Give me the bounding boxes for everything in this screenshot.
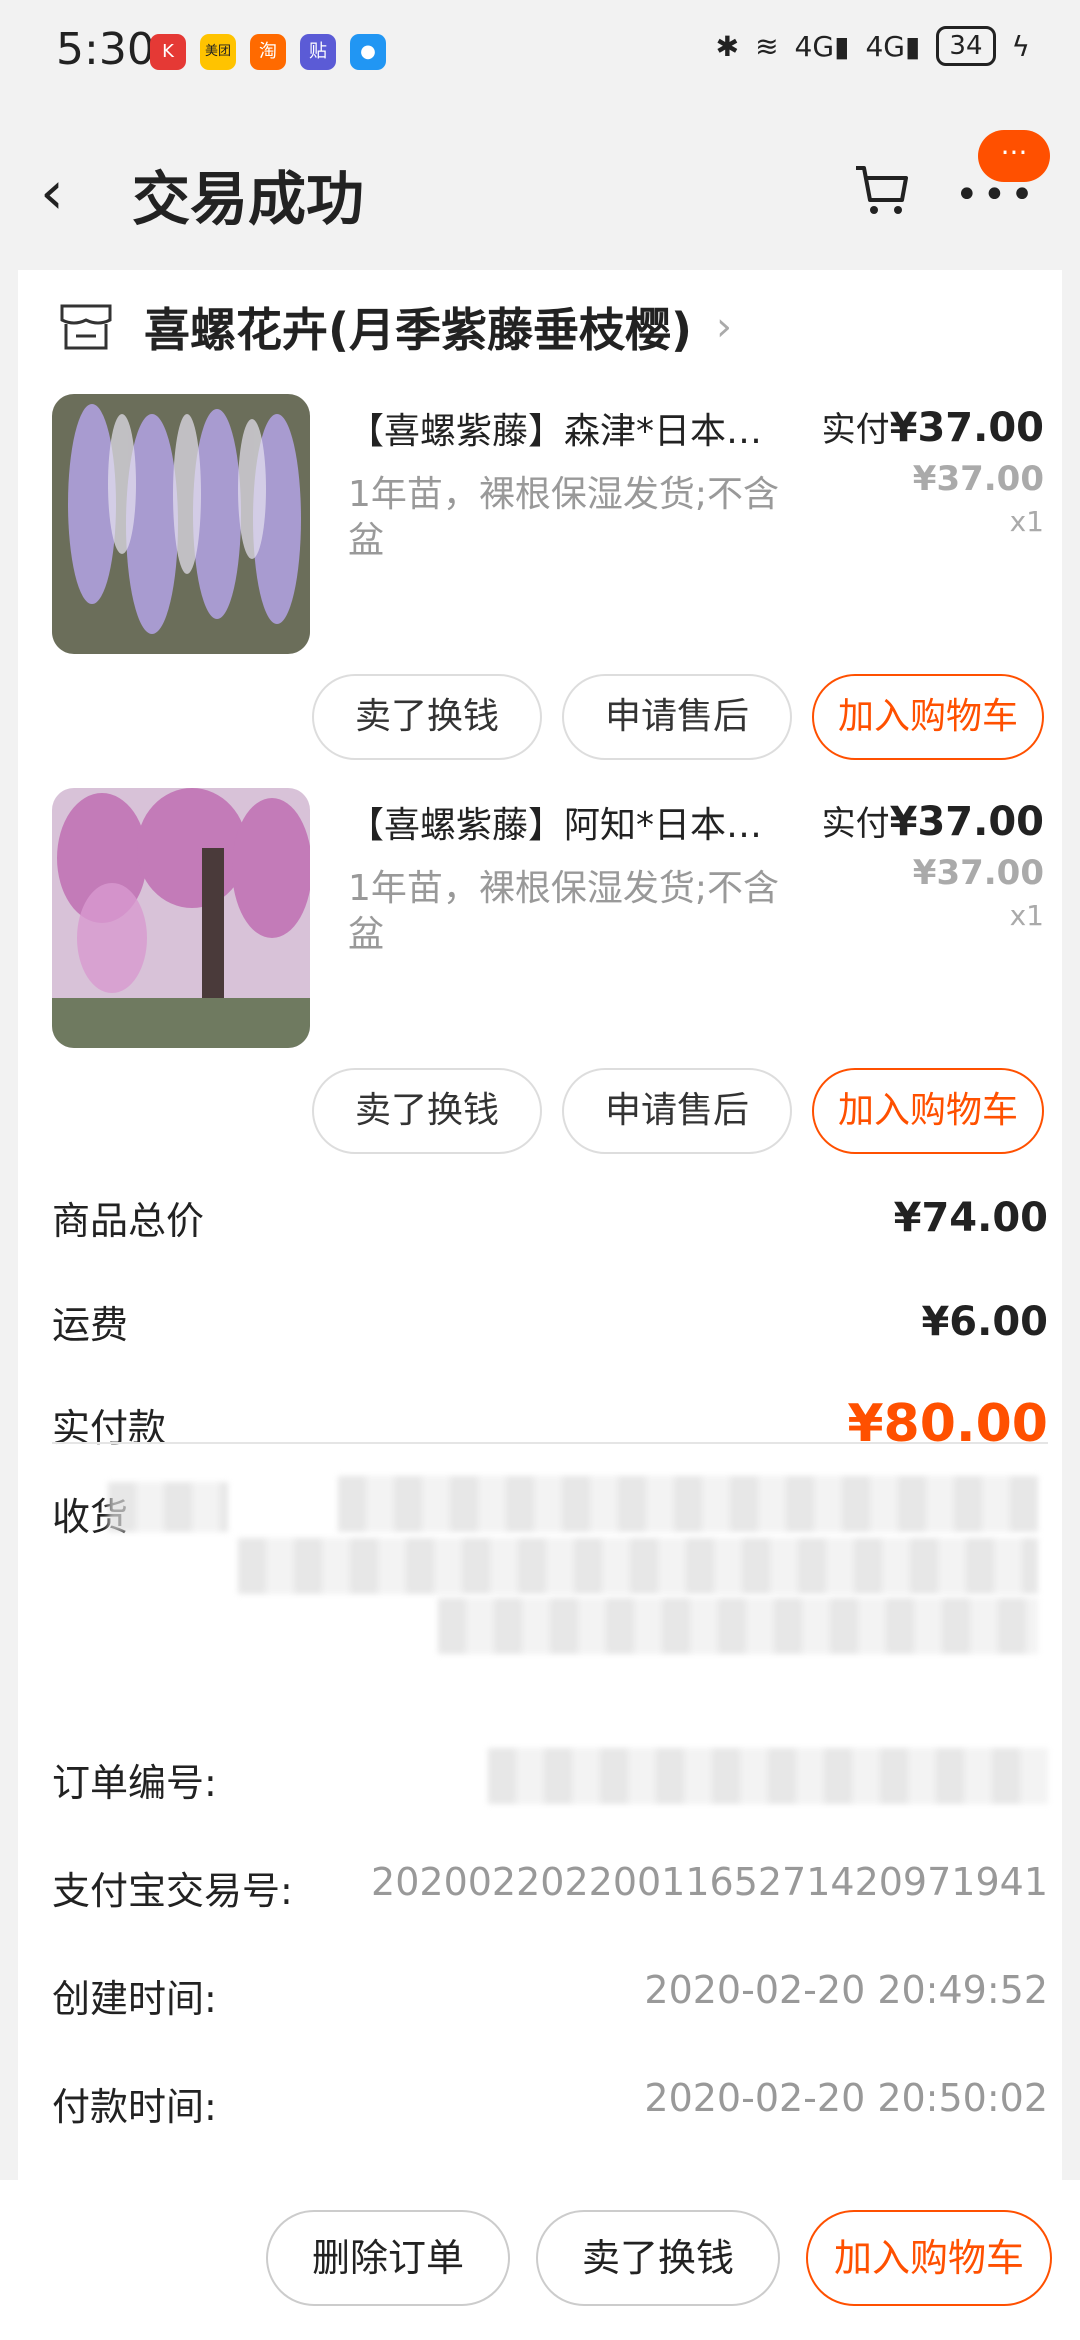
redacted-receiver-name xyxy=(108,1482,228,1532)
after-sale-button[interactable]: 申请售后 xyxy=(562,674,792,760)
wifi-icon: ≋ xyxy=(755,29,779,63)
paid-price: 实付¥37.00 xyxy=(821,799,1044,845)
paid-time-row: 付款时间: 2020-02-20 20:50:02 xyxy=(52,2076,1048,2131)
created-time-row: 创建时间: 2020-02-20 20:49:52 xyxy=(52,1968,1048,2023)
after-sale-button[interactable]: 申请售后 xyxy=(562,1068,792,1154)
bluetooth-icon: ✱ xyxy=(715,29,740,63)
app-icon-red: K xyxy=(150,34,186,70)
goods-total-label: 商品总价 xyxy=(52,1199,205,1243)
app-icon-tieba: 贴 xyxy=(300,34,336,70)
add-to-cart-button[interactable]: 加入购物车 xyxy=(812,1068,1044,1154)
system-icons: ✱ ≋ 4G▮ 4G▮ 34 ϟ xyxy=(716,26,1030,66)
product-thumbnail[interactable] xyxy=(52,788,310,1048)
paid-total-row: 实付款 ¥80.00 xyxy=(52,1394,1048,1454)
goods-total-row: 商品总价 ¥74.00 xyxy=(52,1190,1048,1245)
signal-icon-1: 4G▮ xyxy=(794,29,850,63)
notification-icons: K 美团 淘 贴 ● xyxy=(150,34,386,70)
paid-price: 实付¥37.00 xyxy=(821,405,1044,451)
created-time-value: 2020-02-20 20:49:52 xyxy=(644,1968,1048,2012)
page-title: 交易成功 xyxy=(132,165,365,233)
add-to-cart-button[interactable]: 加入购物车 xyxy=(806,2210,1052,2306)
shop-name: 喜螺花卉(月季紫藤垂枝樱) xyxy=(144,303,693,357)
status-bar: 5:30 K 美团 淘 贴 ● ✱ ≋ 4G▮ 4G▮ 34 ϟ xyxy=(0,0,1080,100)
price-block: 实付¥37.00 ¥37.00 x1 xyxy=(822,402,1044,538)
shipping-row: 运费 ¥6.00 xyxy=(52,1294,1048,1349)
alipay-row: 支付宝交易号: 2020022022001165271420971941 xyxy=(52,1860,1048,1915)
order-number-label: 订单编号: xyxy=(52,1761,217,1805)
order-item: 【喜螺紫藤】阿知*日本… 1年苗，裸根保湿发货;不含盆 实付¥37.00 ¥37… xyxy=(18,788,1062,1178)
app-icon-taobao: 淘 xyxy=(250,34,286,70)
shipping-label: 运费 xyxy=(52,1303,129,1347)
original-price: ¥37.00 xyxy=(912,853,1044,893)
created-time-label: 创建时间: xyxy=(52,1977,217,2021)
shipping-value: ¥6.00 xyxy=(921,1298,1048,1345)
order-item: 【喜螺紫藤】森津*日本… 1年苗，裸根保湿发货;不含盆 实付¥37.00 ¥37… xyxy=(18,394,1062,784)
sell-button[interactable]: 卖了换钱 xyxy=(536,2210,780,2306)
redacted-address-line1 xyxy=(338,1476,1038,1532)
signal-icon-2: 4G▮ xyxy=(865,29,921,63)
item-actions: 卖了换钱 申请售后 加入购物车 xyxy=(312,674,1044,760)
redacted-address-line2 xyxy=(238,1538,1038,1594)
paid-time-label: 付款时间: xyxy=(52,2085,217,2129)
paid-time-value: 2020-02-20 20:50:02 xyxy=(644,2076,1048,2120)
cart-icon[interactable] xyxy=(852,160,912,220)
quantity: x1 xyxy=(1009,899,1044,932)
product-thumbnail[interactable] xyxy=(52,394,310,654)
battery-icon: 34 xyxy=(936,26,996,66)
redacted-order-number xyxy=(488,1748,1048,1804)
shop-row[interactable]: 喜螺花卉(月季紫藤垂枝樱) › xyxy=(58,292,732,362)
alipay-number: 2020022022001165271420971941 xyxy=(371,1860,1048,1904)
divider xyxy=(52,1442,1048,1444)
add-to-cart-button[interactable]: 加入购物车 xyxy=(812,674,1044,760)
item-actions: 卖了换钱 申请售后 加入购物车 xyxy=(312,1068,1044,1154)
shop-icon xyxy=(60,304,112,350)
product-title[interactable]: 【喜螺紫藤】阿知*日本… xyxy=(348,796,838,848)
price-block: 实付¥37.00 ¥37.00 x1 xyxy=(822,796,1044,932)
app-icon-meituan: 美团 xyxy=(200,34,236,70)
chevron-right-icon: › xyxy=(716,304,733,350)
bottom-action-bar: 删除订单 卖了换钱 加入购物车 xyxy=(0,2180,1080,2340)
sell-button[interactable]: 卖了换钱 xyxy=(312,1068,542,1154)
product-spec: 1年苗，裸根保湿发货;不含盆 xyxy=(348,868,780,955)
original-price: ¥37.00 xyxy=(912,459,1044,499)
goods-total-value: ¥74.00 xyxy=(893,1194,1048,1241)
app-icon-message: ● xyxy=(350,34,386,70)
back-chevron-icon[interactable]: ‹ xyxy=(40,158,64,228)
message-badge[interactable]: ··· xyxy=(978,130,1050,182)
sell-button[interactable]: 卖了换钱 xyxy=(312,674,542,760)
product-spec: 1年苗，裸根保湿发货;不含盆 xyxy=(348,474,780,561)
quantity: x1 xyxy=(1009,505,1044,538)
redacted-address-line3 xyxy=(438,1598,1038,1654)
order-card: 喜螺花卉(月季紫藤垂枝樱) › 【喜螺紫藤】森津*日本… 1年苗，裸根保湿发货;… xyxy=(18,270,1062,2180)
alipay-label: 支付宝交易号: xyxy=(52,1869,293,1913)
paid-total-value: ¥80.00 xyxy=(847,1394,1048,1454)
charging-icon: ϟ xyxy=(1011,29,1030,63)
product-title[interactable]: 【喜螺紫藤】森津*日本… xyxy=(348,402,838,454)
delete-order-button[interactable]: 删除订单 xyxy=(266,2210,510,2306)
page-header: ‹ 交易成功 ••• ··· xyxy=(0,100,1080,270)
status-time: 5:30 xyxy=(56,24,155,75)
